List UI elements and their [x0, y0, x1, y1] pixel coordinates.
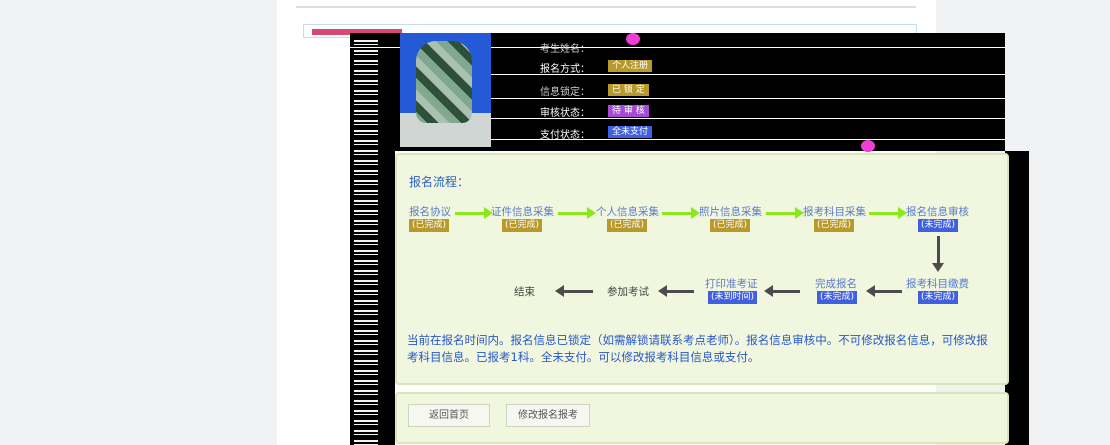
step-personal-info: 个人信息采集 — [596, 206, 659, 218]
step-complete: 完成报名 — [815, 278, 857, 290]
step-exam: 参加考试 — [607, 286, 649, 298]
step-end: 结束 — [514, 286, 535, 298]
home-button[interactable]: 返回首页 — [408, 404, 490, 427]
step-review-status: (未完成) — [918, 219, 959, 232]
step-id-info-status: (已完成) — [502, 219, 543, 232]
review-badge: 待 审 核 — [608, 105, 649, 117]
arrow-down-icon — [932, 236, 944, 272]
arrow-right-icon — [662, 207, 700, 219]
name-redacted — [626, 33, 640, 45]
candidate-photo — [400, 33, 491, 147]
arrow-left-icon — [658, 285, 694, 297]
method-label: 报名方式： — [540, 64, 590, 75]
pay-label: 支付状态： — [540, 130, 590, 141]
artifact-right-edge — [1027, 151, 1029, 445]
lock-label: 信息锁定： — [540, 87, 590, 98]
step-personal-info-status: (已完成) — [607, 219, 648, 232]
arrow-left-icon — [764, 285, 800, 297]
divider — [296, 6, 916, 8]
arrow-right-icon — [558, 207, 596, 219]
step-payment-status: (未完成) — [918, 291, 959, 304]
status-notice: 当前在报名时间内。报名信息已锁定（如需解锁请联系考点老师）。报名信息审核中。不可… — [407, 333, 988, 364]
pay-badge: 全未支付 — [608, 126, 653, 138]
artifact-line — [490, 98, 1005, 99]
lock-badge: 已 锁 定 — [608, 84, 649, 96]
step-admission-ticket: 打印准考证 — [705, 278, 758, 290]
step-complete-status: (未完成) — [817, 291, 858, 304]
step-subject-info: 报考科目采集 — [803, 206, 866, 218]
step-photo-info-status: (已完成) — [710, 219, 751, 232]
artifact-stripes — [354, 40, 378, 445]
step-photo-info: 照片信息采集 — [699, 206, 762, 218]
step-subject-info-status: (已完成) — [814, 219, 855, 232]
step-admission-ticket-status: (未到时间) — [708, 291, 758, 304]
arrow-right-icon — [455, 207, 493, 219]
arrow-right-icon — [766, 207, 804, 219]
step-agreement: 报名协议 — [409, 206, 451, 218]
arrow-right-icon — [869, 207, 907, 219]
name-label: 考生姓名： — [540, 44, 590, 55]
modify-registration-button[interactable]: 修改报名报考 — [506, 404, 590, 427]
flow-title: 报名流程： — [409, 175, 470, 189]
step-agreement-status: (已完成) — [409, 219, 450, 232]
method-badge: 个人注册 — [608, 60, 653, 72]
step-review: 报名信息审核 — [906, 206, 969, 218]
artifact-dot — [861, 140, 875, 152]
arrow-left-icon — [555, 285, 593, 297]
arrow-left-icon — [866, 285, 902, 297]
step-payment: 报考科目缴费 — [906, 278, 969, 290]
step-id-info: 证件信息采集 — [491, 206, 554, 218]
review-label: 审核状态： — [540, 108, 590, 119]
